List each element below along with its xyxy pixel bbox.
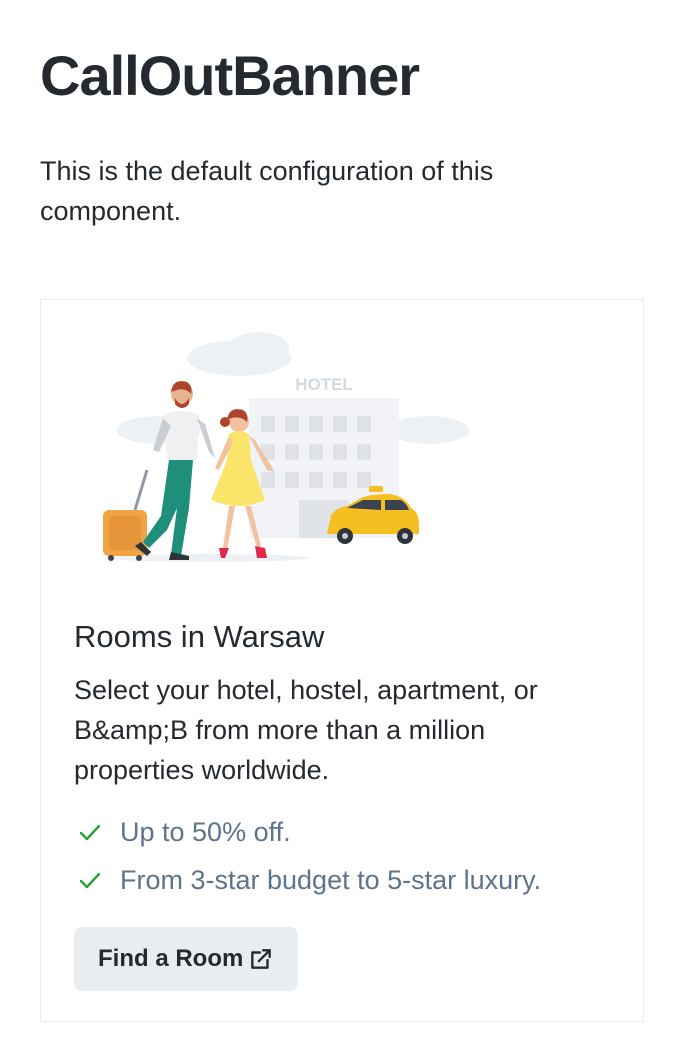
hotel-sign: HOTEL <box>295 375 353 394</box>
check-icon <box>74 864 106 896</box>
callout-banner: HOTEL Rooms in Warsaw Select your hotel,… <box>40 299 644 1022</box>
list-item: From 3-star budget to 5-star luxury. <box>74 856 541 904</box>
external-link-icon <box>251 949 271 969</box>
feature-list: Up to 50% off. From 3-star budget to 5-s… <box>74 808 541 904</box>
feature-label: From 3-star budget to 5-star luxury. <box>120 864 542 895</box>
hotel-couple-illustration: HOTEL <box>103 332 469 562</box>
page: CallOutBanner This is the default config… <box>0 0 686 1022</box>
page-title: CallOutBanner <box>40 44 420 107</box>
banner-title: Rooms in Warsaw <box>74 619 325 654</box>
page-description: This is the default configuration of thi… <box>40 156 494 226</box>
list-item: Up to 50% off. <box>74 808 541 856</box>
check-icon <box>74 816 106 848</box>
find-room-button[interactable]: Find a Room <box>74 927 298 991</box>
banner-description: Select your hotel, hostel, apartment, or… <box>74 675 538 785</box>
feature-label: Up to 50% off. <box>120 816 291 847</box>
find-room-button-label: Find a Room <box>98 945 244 972</box>
